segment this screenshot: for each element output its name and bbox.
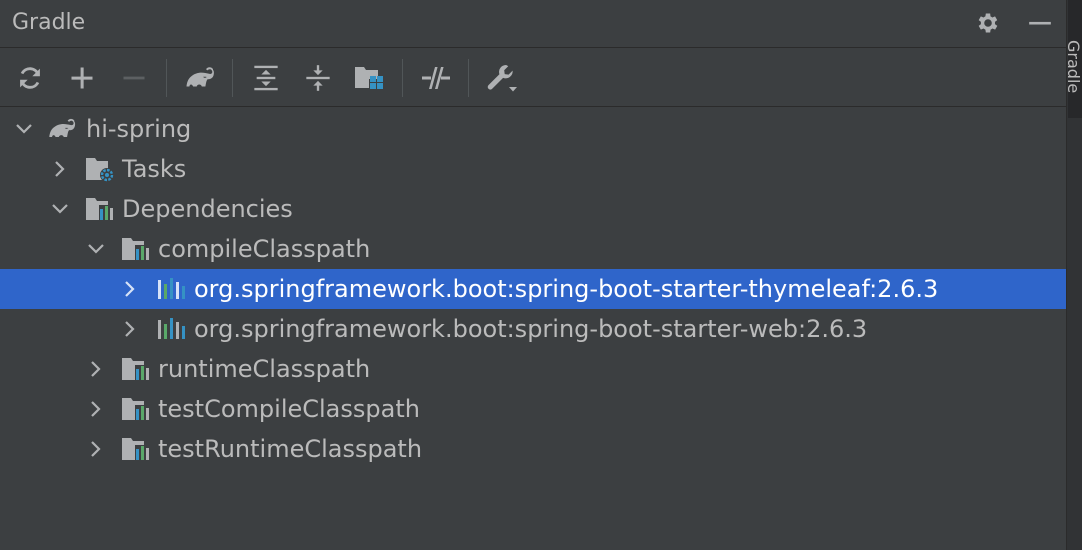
chevron-right-icon[interactable] — [120, 279, 140, 299]
chevron-down-icon[interactable] — [86, 239, 106, 259]
execute-task-button[interactable] — [182, 60, 218, 96]
library-icon — [158, 318, 185, 339]
gradle-tool-window: Gradle hi-spring Tasks Dependencies comp… — [0, 0, 1082, 550]
tree-node-label: runtimeClasspath — [158, 355, 371, 383]
dependencies-folder-icon — [122, 238, 150, 261]
chevron-right-icon[interactable] — [86, 399, 106, 419]
tree-node-label: testCompileClasspath — [158, 395, 420, 423]
gradle-project-tree: hi-spring Tasks Dependencies compileClas… — [0, 109, 1066, 550]
dependencies-folder-icon — [122, 358, 150, 381]
chevron-right-icon[interactable] — [86, 439, 106, 459]
chevron-right-icon[interactable] — [86, 359, 106, 379]
toolbar-separator — [468, 59, 469, 97]
expand-all-button[interactable] — [248, 60, 284, 96]
dependencies-folder-icon — [122, 398, 150, 421]
tree-node-runtime-classpath[interactable]: runtimeClasspath — [0, 349, 1066, 389]
refresh-icon — [20, 67, 40, 89]
toggle-offline-button[interactable] — [418, 60, 454, 96]
dependency-analyzer-icon — [355, 67, 383, 89]
tree-node-label: org.springframework.boot:spring-boot-sta… — [194, 315, 868, 343]
gradle-elephant-icon — [49, 118, 76, 137]
chevron-right-icon[interactable] — [120, 319, 140, 339]
build-settings-button[interactable] — [484, 60, 520, 96]
settings-button[interactable] — [973, 8, 1003, 38]
minus-icon — [123, 76, 145, 80]
chevron-right-icon[interactable] — [50, 159, 70, 179]
tree-node-compile-classpath[interactable]: compileClasspath — [0, 229, 1066, 269]
analyze-dependencies-button[interactable] — [352, 60, 388, 96]
gradle-toolbar — [0, 49, 1066, 107]
panel-header: Gradle — [0, 0, 1066, 48]
tasks-folder-icon — [86, 158, 114, 182]
tree-node-project[interactable]: hi-spring — [0, 109, 1066, 149]
toolbar-separator — [232, 59, 233, 97]
chevron-down-icon[interactable] — [50, 199, 70, 219]
offline-mode-icon — [422, 67, 450, 89]
gradle-side-tab[interactable]: Gradle — [1064, 0, 1082, 118]
tree-node-label: testRuntimeClasspath — [158, 435, 423, 463]
tree-node-label: hi-spring — [86, 115, 192, 143]
minimize-icon — [1029, 21, 1051, 25]
gradle-panel: Gradle hi-spring Tasks Dependencies comp… — [0, 0, 1066, 550]
remove-button[interactable] — [116, 60, 152, 96]
tree-node-label: org.springframework.boot:spring-boot-sta… — [194, 275, 939, 303]
reload-button[interactable] — [12, 60, 48, 96]
collapse-all-icon — [306, 65, 330, 91]
right-tool-strip: Gradle — [1064, 0, 1082, 550]
tree-node-test-compile-classpath[interactable]: testCompileClasspath — [0, 389, 1066, 429]
gradle-elephant-icon — [186, 67, 214, 87]
tree-node-test-runtime-classpath[interactable]: testRuntimeClasspath — [0, 429, 1066, 469]
tree-node-label: compileClasspath — [158, 235, 371, 263]
tree-node-label: Dependencies — [122, 195, 293, 223]
tree-node-dependency-web[interactable]: org.springframework.boot:spring-boot-sta… — [0, 309, 1066, 349]
minimize-button[interactable] — [1025, 8, 1055, 38]
tree-node-tasks[interactable]: Tasks — [0, 149, 1066, 189]
toolbar-separator — [402, 59, 403, 97]
side-tab-label: Gradle — [1064, 40, 1082, 94]
wrench-icon — [487, 65, 517, 92]
tree-node-dependencies[interactable]: Dependencies — [0, 189, 1066, 229]
tree-node-dependency-thymeleaf[interactable]: org.springframework.boot:spring-boot-sta… — [0, 269, 1066, 309]
plus-icon — [71, 67, 93, 89]
collapse-all-button[interactable] — [300, 60, 336, 96]
add-button[interactable] — [64, 60, 100, 96]
gear-icon — [978, 13, 998, 33]
panel-title: Gradle — [12, 10, 86, 35]
dependencies-folder-icon — [86, 198, 114, 221]
toolbar-separator — [166, 59, 167, 97]
expand-all-icon — [254, 65, 278, 91]
chevron-down-icon[interactable] — [14, 119, 34, 139]
library-icon — [158, 278, 185, 299]
tree-node-label: Tasks — [122, 155, 187, 183]
dependencies-folder-icon — [122, 438, 150, 461]
